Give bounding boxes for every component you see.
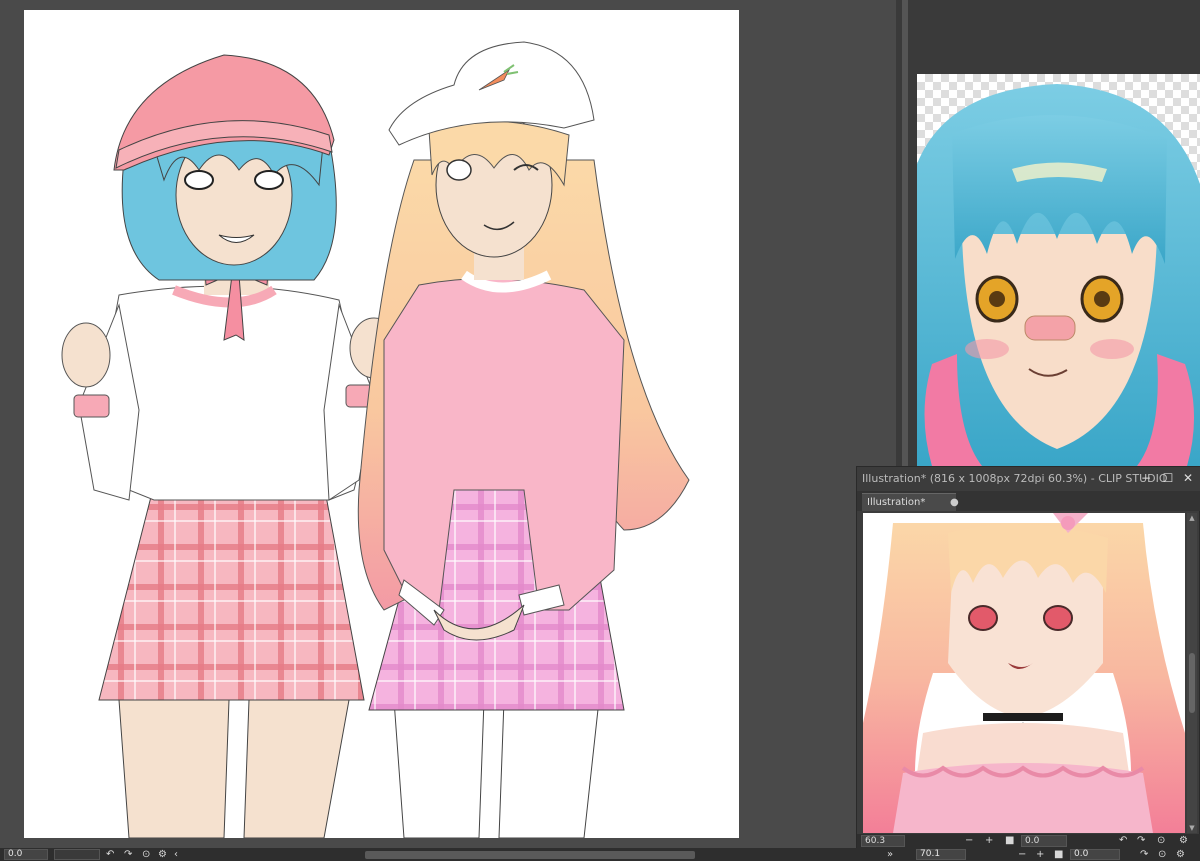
right-angle-field[interactable]: 0.0 <box>1070 849 1120 860</box>
scroll-down-icon[interactable]: ▼ <box>1187 823 1197 833</box>
scroll-up-icon[interactable]: ▲ <box>1187 513 1197 523</box>
zoom-out-button[interactable]: − <box>965 834 973 848</box>
collapse-arrow-icon[interactable]: » <box>887 848 893 861</box>
reference-preview[interactable] <box>917 74 1200 466</box>
scroll-left-icon[interactable]: ‹ <box>174 848 178 861</box>
main-canvas[interactable] <box>24 10 739 838</box>
reset-icon[interactable]: ⊙ <box>1157 834 1165 848</box>
rotate-right-icon[interactable]: ↷ <box>1140 848 1148 861</box>
settings-icon[interactable]: ⚙ <box>1176 848 1185 861</box>
scrollbar-thumb[interactable] <box>1189 653 1195 713</box>
minimize-icon[interactable]: − <box>1139 471 1153 485</box>
main-illustration <box>61 41 690 838</box>
tab-illustration[interactable]: Illustration* ● <box>862 493 959 511</box>
subwindow-angle-field[interactable]: 0.0 <box>1021 835 1067 847</box>
settings-icon[interactable]: ⚙ <box>1179 834 1188 848</box>
main-zoom-field[interactable]: 0.0 <box>4 849 48 860</box>
zoom-in-button[interactable]: + <box>985 834 993 848</box>
rotate-left-icon[interactable]: ↶ <box>1119 834 1127 848</box>
subwindow-canvas[interactable] <box>863 513 1185 833</box>
right-zoom-out-button[interactable]: − <box>1018 848 1026 861</box>
maximize-icon[interactable]: ☐ <box>1161 471 1175 485</box>
rotate-right-icon[interactable]: ↷ <box>1137 834 1145 848</box>
close-icon[interactable]: ✕ <box>1181 471 1195 485</box>
rotate-left-icon[interactable]: ↶ <box>106 848 114 861</box>
reset-icon[interactable]: ⊙ <box>1158 848 1166 861</box>
sub-view-window[interactable]: Illustration* (816 x 1008px 72dpi 60.3%)… <box>856 466 1200 848</box>
zoom-slider-handle[interactable]: ■ <box>1005 834 1014 848</box>
tab-label: Illustration* <box>867 497 926 508</box>
subwindow-vertical-scrollbar[interactable]: ▲ ▼ <box>1187 513 1197 833</box>
right-zoom-in-button[interactable]: + <box>1036 848 1044 861</box>
subwindow-tabs: Illustration* ● <box>857 491 1200 511</box>
right-zoom-slider-handle[interactable]: ■ <box>1054 848 1063 861</box>
subwindow-status-bar: 60.3 − + ■ 0.0 ↶ ↷ ⊙ ⚙ <box>857 834 1200 848</box>
reference-illustration <box>917 84 1200 466</box>
settings-icon[interactable]: ⚙ <box>158 848 167 861</box>
right-zoom-field[interactable]: 70.1 <box>916 849 966 860</box>
unsaved-dot-icon: ● <box>950 497 959 508</box>
main-zoom-slider[interactable] <box>54 849 100 860</box>
rotate-right-icon[interactable]: ↷ <box>124 848 132 861</box>
clip-studio-window: Illustration* (816 x 1008px 72dpi 60.3%)… <box>0 0 1200 861</box>
subwindow-illustration <box>863 513 1185 833</box>
reset-icon[interactable]: ⊙ <box>142 848 150 861</box>
main-canvas-area[interactable] <box>0 0 896 848</box>
main-horizontal-scrollbar[interactable] <box>365 851 695 859</box>
subwindow-zoom-field[interactable]: 60.3 <box>861 835 905 847</box>
